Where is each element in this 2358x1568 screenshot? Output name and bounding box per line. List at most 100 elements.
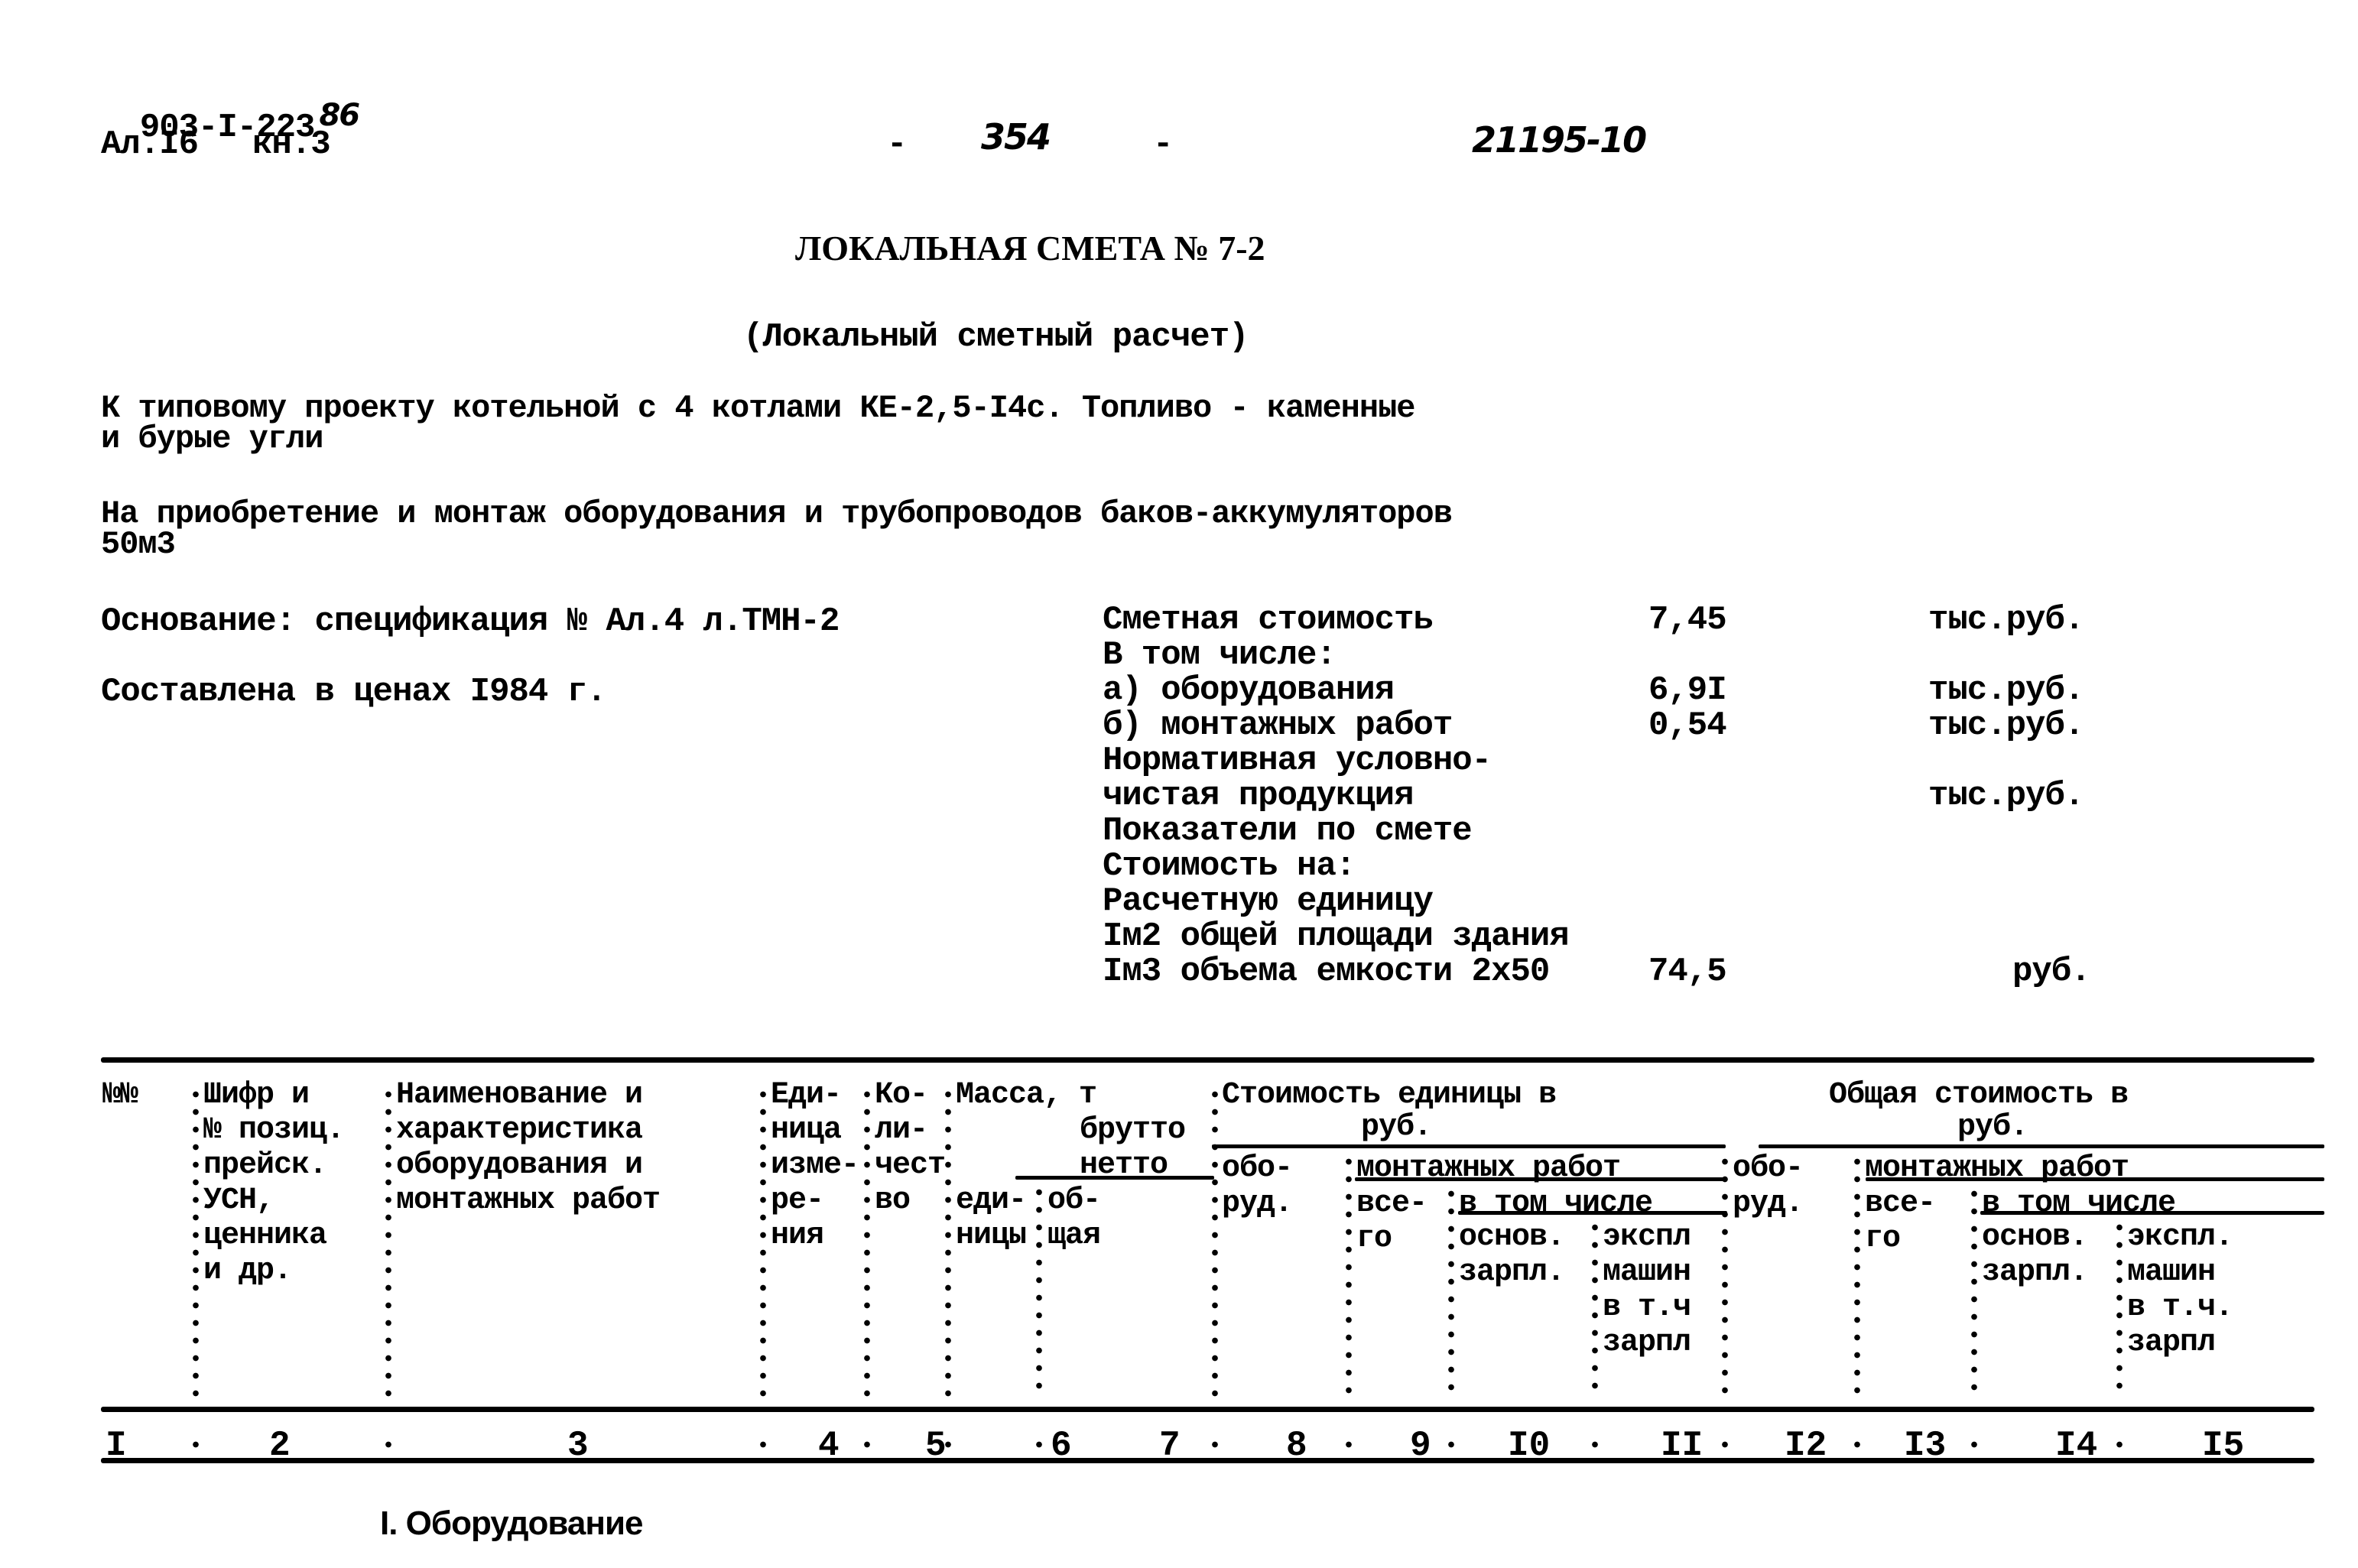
summary-label: В том числе: — [1103, 636, 1337, 674]
header-col10: основ. зарпл. — [1459, 1220, 1565, 1290]
column-number: I2 — [1785, 1426, 1827, 1466]
header-col14: основ. зарпл. — [1982, 1220, 2088, 1290]
column-number: I3 — [1904, 1426, 1947, 1466]
header-line: монтажных работ — [396, 1183, 661, 1218]
header-line: основ. — [1459, 1220, 1565, 1255]
column-number: 6 — [1051, 1426, 1072, 1466]
header-line: экспл — [1603, 1220, 1691, 1255]
header-line: во — [875, 1183, 911, 1218]
column-number-separator — [945, 1436, 951, 1459]
col-separator — [945, 1086, 951, 1399]
header-total-cost-currency: руб. — [1957, 1110, 2028, 1144]
header-line: ния — [771, 1219, 824, 1253]
header-col15: экспл. машин в т.ч. зарпл — [2127, 1220, 2233, 1361]
header-col6: еди-ницы — [956, 1183, 1027, 1254]
column-numbers-bottom-rule — [101, 1458, 2314, 1463]
column-number: I5 — [2202, 1426, 2245, 1466]
header-line: обо- — [1733, 1151, 1804, 1186]
column-number: 8 — [1286, 1426, 1307, 1466]
column-number: 2 — [269, 1426, 291, 1466]
header-line: зарпл — [1603, 1326, 1691, 1360]
header-mass-gross: брутто — [1080, 1113, 1186, 1148]
header-line: ценника — [203, 1219, 327, 1253]
purpose-line1: На приобретение и монтаж оборудования и … — [101, 495, 1453, 532]
summary-label: Расчетную единицу — [1103, 882, 1434, 920]
column-number-separator — [2116, 1436, 2123, 1459]
summary-unit: тыс.руб. — [1928, 671, 2084, 709]
total-cost-group-rule — [1759, 1144, 2324, 1148]
column-number: 7 — [1159, 1426, 1181, 1466]
col-separator — [1854, 1153, 1860, 1399]
column-number: II — [1661, 1426, 1704, 1466]
column-number-separator — [760, 1436, 766, 1459]
column-number-separator — [385, 1436, 391, 1459]
summary-unit: тыс.руб. — [1928, 601, 2084, 639]
page-dash-right: - — [1153, 125, 1173, 164]
col-separator — [1036, 1183, 1042, 1399]
header-col8: обо-руд. — [1222, 1151, 1293, 1222]
column-number-separator — [1592, 1436, 1598, 1459]
header-line: Шифр и — [203, 1078, 310, 1112]
column-number-separator — [1036, 1436, 1042, 1459]
column-number-separator — [193, 1436, 199, 1459]
summary-value: 74,5 — [1648, 953, 1727, 991]
header-line: оборудования и — [396, 1148, 643, 1183]
col-separator — [1346, 1153, 1352, 1399]
summary-label: Нормативная условно- — [1103, 742, 1492, 780]
album-number: Ал.I6 — [101, 125, 199, 164]
column-number-separator — [1971, 1436, 1977, 1459]
summary-label: Стоимость на: — [1103, 847, 1356, 885]
header-col12: обо-руд. — [1733, 1151, 1804, 1222]
header-unit-cost-currency: руб. — [1361, 1110, 1432, 1144]
column-number-separator — [1212, 1436, 1218, 1459]
header-unit-install: монтажных работ — [1356, 1151, 1621, 1186]
col-separator — [193, 1086, 199, 1399]
header-line: Наименование и — [396, 1078, 643, 1112]
purpose-line2: 50м3 — [101, 526, 176, 563]
column-number: 3 — [567, 1426, 589, 1466]
page-dash-left: - — [887, 125, 907, 164]
header-total-incl: в том числе — [1982, 1187, 2176, 1221]
header-line: чест — [875, 1148, 946, 1183]
document-title: ЛОКАЛЬНАЯ СМЕТА № 7-2 — [795, 229, 1265, 268]
summary-label: Iм3 объема емкости 2х50 — [1103, 953, 1550, 991]
column-number: 4 — [818, 1426, 840, 1466]
header-col5: Ко-ли-чест во — [875, 1078, 946, 1219]
header-total-cost-title: Общая стоимость в — [1829, 1078, 2129, 1112]
column-number: I0 — [1508, 1426, 1551, 1466]
header-line: и др. — [203, 1254, 292, 1288]
col-separator — [864, 1086, 870, 1399]
book-number: кн.3 — [252, 125, 331, 164]
column-number-separator — [1854, 1436, 1860, 1459]
table-top-rule — [101, 1057, 2314, 1063]
column-number-separator — [1346, 1436, 1352, 1459]
header-line: ли- — [875, 1113, 928, 1148]
header-line: ница — [771, 1113, 842, 1148]
header-line: об- — [1047, 1183, 1101, 1218]
basis-prices: Составлена в ценах I984 г. — [101, 673, 607, 711]
summary-label: Iм2 общей площади здания — [1103, 917, 1570, 956]
header-line: Ко- — [875, 1078, 928, 1112]
header-line: ре- — [771, 1183, 824, 1218]
header-line: Еди- — [771, 1078, 842, 1112]
header-col11: экспл машин в т.ч зарпл — [1603, 1220, 1691, 1361]
header-line: го — [1356, 1222, 1392, 1256]
col-separator — [1592, 1219, 1598, 1399]
header-line: еди- — [956, 1183, 1027, 1218]
archive-number: 21195-10 — [1472, 119, 1647, 161]
header-line: УСН, — [203, 1183, 274, 1218]
header-line: машин — [1603, 1255, 1691, 1290]
col-separator — [760, 1086, 766, 1399]
header-line: руд. — [1222, 1187, 1293, 1221]
header-col13: все-го — [1865, 1187, 1936, 1257]
header-line: зарпл — [2127, 1326, 2216, 1360]
summary-value: 0,54 — [1648, 706, 1727, 745]
summary-unit: тыс.руб. — [1928, 777, 2084, 815]
header-unit-incl: в том числе — [1459, 1187, 1653, 1221]
header-mass-net: нетто — [1080, 1148, 1168, 1183]
header-line: все- — [1865, 1187, 1936, 1221]
summary-label: чистая продукция — [1103, 777, 1414, 815]
header-col2: Шифр и № позиц. прейск. УСН, ценника и др. — [203, 1078, 345, 1289]
summary-value: 6,9I — [1648, 671, 1727, 709]
summary-value: 7,45 — [1648, 601, 1727, 639]
